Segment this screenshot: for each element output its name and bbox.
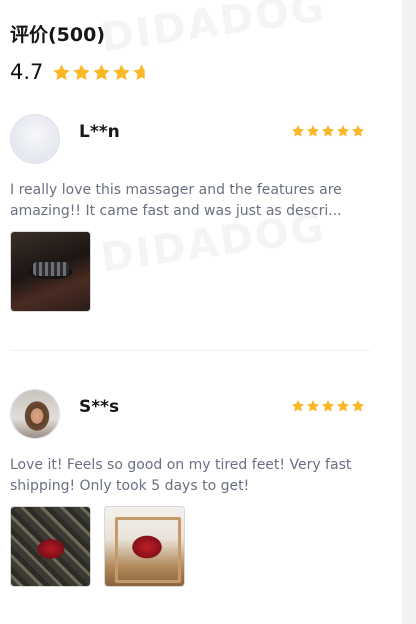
avatar bbox=[10, 114, 60, 164]
review-item: S**s Love it! Feels so good on my tired … bbox=[10, 389, 370, 599]
star-icon bbox=[336, 124, 350, 138]
review-photo-thumbnail[interactable] bbox=[10, 506, 91, 587]
star-icon bbox=[291, 124, 305, 138]
review-text[interactable]: I really love this massager and the feat… bbox=[10, 180, 355, 222]
review-photos bbox=[10, 231, 91, 312]
rating-summary: 4.7 bbox=[10, 60, 151, 84]
review-photo-thumbnail[interactable] bbox=[104, 506, 185, 587]
partial-star-icon bbox=[132, 63, 151, 82]
review-item: L**n I really love this massager and the… bbox=[10, 114, 370, 324]
scrollbar[interactable] bbox=[402, 0, 416, 624]
star-icon bbox=[321, 124, 335, 138]
star-icon bbox=[306, 124, 320, 138]
star-icon bbox=[112, 63, 131, 82]
star-icon bbox=[321, 399, 335, 413]
star-icon bbox=[336, 399, 350, 413]
review-photos bbox=[10, 506, 185, 587]
star-icon bbox=[52, 63, 71, 82]
reviewer-name: L**n bbox=[79, 122, 120, 142]
review-text[interactable]: Love it! Feels so good on my tired feet!… bbox=[10, 455, 355, 497]
average-rating-stars bbox=[52, 63, 151, 82]
default-avatar-icon bbox=[11, 115, 59, 163]
review-photo-thumbnail[interactable] bbox=[10, 231, 91, 312]
star-icon bbox=[306, 399, 320, 413]
star-icon bbox=[351, 399, 365, 413]
divider bbox=[10, 350, 370, 351]
star-icon bbox=[72, 63, 91, 82]
avatar bbox=[10, 389, 60, 439]
watermark: DIDADOG bbox=[97, 0, 329, 62]
star-icon bbox=[92, 63, 111, 82]
review-rating-stars bbox=[291, 399, 365, 413]
reviews-panel: DIDADOG DIDADOG 评价(500) 4.7 L**n I reall… bbox=[0, 0, 402, 624]
reviews-title: 评价(500) bbox=[10, 24, 106, 46]
user-avatar-photo bbox=[11, 390, 59, 438]
star-icon bbox=[291, 399, 305, 413]
review-rating-stars bbox=[291, 124, 365, 138]
star-icon bbox=[351, 124, 365, 138]
average-rating: 4.7 bbox=[10, 60, 44, 84]
reviewer-name: S**s bbox=[79, 397, 120, 417]
